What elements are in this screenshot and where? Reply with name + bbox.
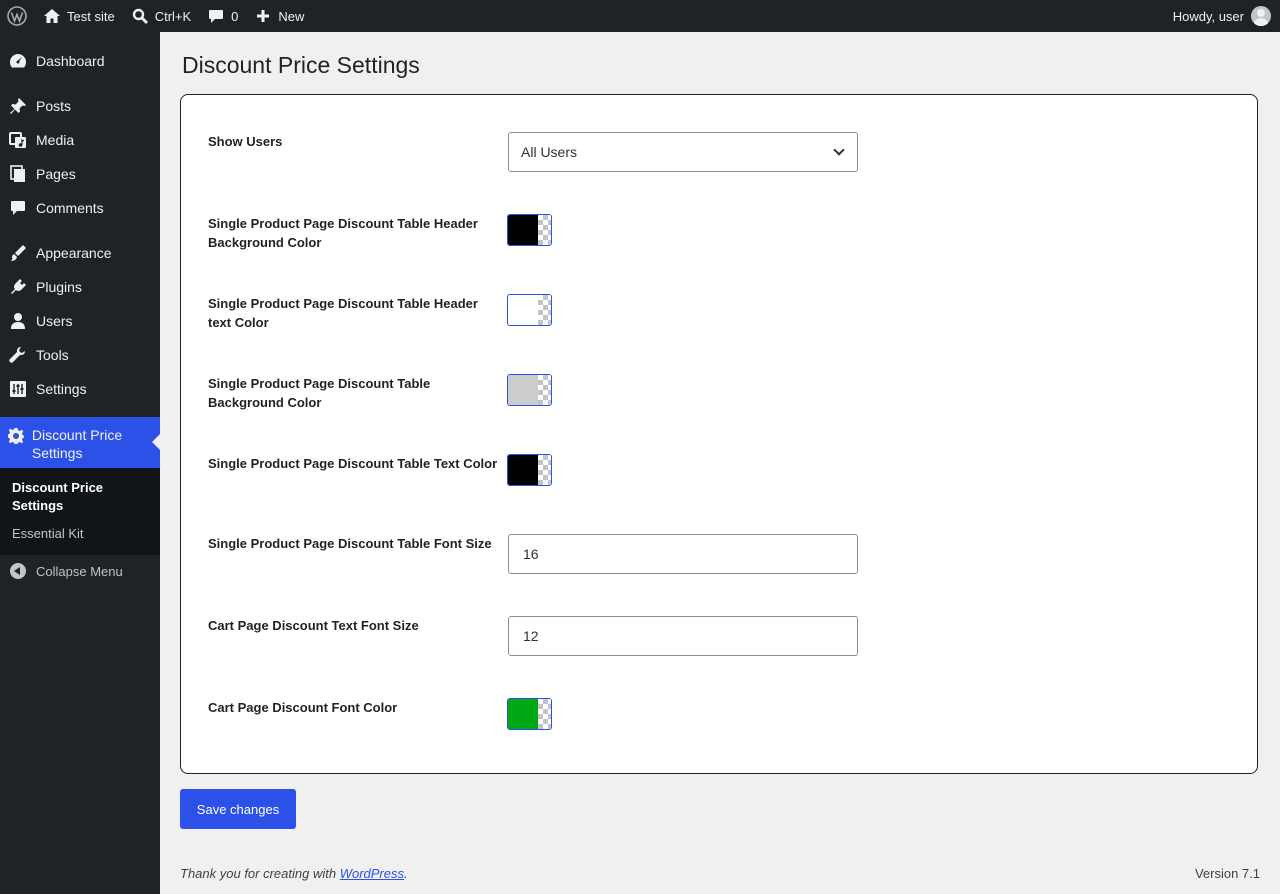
- wordpress-logo-icon[interactable]: [0, 0, 35, 32]
- alpha-checker: [538, 699, 551, 729]
- sidebar-item-discount-price-settings[interactable]: Discount Price Settings: [0, 417, 160, 469]
- show-users-label: Show Users: [208, 134, 283, 149]
- cart-font-size-input[interactable]: 12: [508, 616, 858, 656]
- sidebar-item-appearance[interactable]: Appearance: [0, 236, 160, 270]
- comments-link[interactable]: 0: [199, 0, 246, 32]
- submenu-item-essential-kit[interactable]: Essential Kit: [12, 525, 84, 543]
- sidebar-item-plugins[interactable]: Plugins: [0, 270, 160, 304]
- sidebar-item-tools[interactable]: Tools: [0, 338, 160, 372]
- header-bg-color-label: Single Product Page Discount Table Heade…: [208, 216, 478, 250]
- media-icon: [9, 132, 26, 148]
- my-account-link[interactable]: Howdy, user: [1173, 6, 1280, 26]
- chevron-down-icon: [833, 144, 845, 156]
- site-name-link[interactable]: Test site: [35, 0, 123, 32]
- table-font-size-value: 16: [523, 546, 539, 562]
- admin-menu: Dashboard Posts Media Pages Comments App…: [0, 32, 160, 894]
- show-users-select[interactable]: All Users: [508, 132, 858, 172]
- sidebar-item-posts[interactable]: Posts: [0, 89, 160, 123]
- settings-panel: Show Users All Users Single Product Page…: [180, 94, 1258, 774]
- table-text-color-picker[interactable]: [507, 454, 552, 486]
- plug-icon: [11, 279, 26, 294]
- pages-icon: [10, 165, 25, 182]
- header-bg-color-picker[interactable]: [507, 214, 552, 246]
- cart-font-color-label: Cart Page Discount Font Color: [208, 700, 398, 715]
- collapse-label: Collapse Menu: [36, 563, 123, 579]
- table-text-color-label: Single Product Page Discount Table Text …: [208, 456, 498, 471]
- alpha-checker: [538, 295, 551, 325]
- greeting: Howdy, user: [1172, 8, 1244, 24]
- new-content-link[interactable]: New: [246, 0, 312, 32]
- sidebar-item-dashboard[interactable]: Dashboard: [0, 44, 160, 78]
- color-swatch: [508, 375, 538, 405]
- current-menu-arrow: [152, 434, 160, 450]
- search-icon: [132, 8, 148, 25]
- table-font-size-input[interactable]: 16: [508, 534, 858, 574]
- collapse-icon: [10, 563, 26, 579]
- submenu: Discount Price Settings Essential Kit: [0, 468, 160, 555]
- home-icon: [44, 9, 60, 23]
- alpha-checker: [538, 375, 551, 405]
- comment-icon: [11, 201, 25, 215]
- brush-icon: [11, 245, 26, 261]
- collapse-menu-button[interactable]: Collapse Menu: [0, 560, 160, 582]
- footer-thanks: Thank you for creating with WordPress.: [180, 866, 408, 881]
- new-label: New: [278, 8, 305, 24]
- save-changes-button[interactable]: Save changes: [180, 789, 296, 829]
- color-swatch: [508, 455, 538, 485]
- pin-icon: [10, 98, 26, 114]
- site-name: Test site: [67, 8, 115, 24]
- plus-icon: [257, 10, 270, 22]
- page-title: Discount Price Settings: [182, 52, 420, 78]
- header-text-color-label: Single Product Page Discount Table Heade…: [208, 296, 478, 330]
- header-text-color-picker[interactable]: [507, 294, 552, 326]
- color-swatch: [508, 295, 538, 325]
- color-swatch: [508, 215, 538, 245]
- sidebar-item-media[interactable]: Media: [0, 123, 160, 157]
- sidebar-item-comments[interactable]: Comments: [0, 191, 160, 225]
- gear-icon: [7, 428, 24, 444]
- wrench-icon: [9, 347, 25, 363]
- cart-font-color-picker[interactable]: [507, 698, 552, 730]
- avatar: [1251, 6, 1271, 26]
- submenu-item-discount-price-settings[interactable]: Discount Price Settings: [12, 479, 122, 515]
- footer-version: Version 7.1: [1194, 866, 1260, 881]
- comment-icon: [209, 10, 224, 23]
- comments-count: 0: [231, 8, 239, 24]
- cart-font-size-value: 12: [523, 628, 539, 644]
- sliders-icon: [10, 381, 26, 397]
- table-bg-color-picker[interactable]: [507, 374, 552, 406]
- command-palette-button[interactable]: Ctrl+K: [123, 0, 199, 32]
- search-shortcut: Ctrl+K: [154, 8, 192, 24]
- table-bg-color-label: Single Product Page Discount Table Backg…: [208, 376, 431, 410]
- sidebar-item-pages[interactable]: Pages: [0, 157, 160, 191]
- dashboard-icon: [9, 54, 27, 68]
- show-users-value: All Users: [521, 144, 578, 160]
- alpha-checker: [538, 455, 551, 485]
- sidebar-item-settings[interactable]: Settings: [0, 372, 160, 406]
- user-icon: [11, 313, 25, 329]
- sidebar-item-users[interactable]: Users: [0, 304, 160, 338]
- alpha-checker: [538, 215, 551, 245]
- table-font-size-label: Single Product Page Discount Table Font …: [208, 536, 492, 551]
- color-swatch: [508, 699, 538, 729]
- wordpress-link[interactable]: WordPress: [340, 866, 404, 881]
- admin-bar: Test site Ctrl+K 0 New Howdy, user: [0, 0, 1280, 32]
- cart-font-size-label: Cart Page Discount Text Font Size: [208, 618, 419, 633]
